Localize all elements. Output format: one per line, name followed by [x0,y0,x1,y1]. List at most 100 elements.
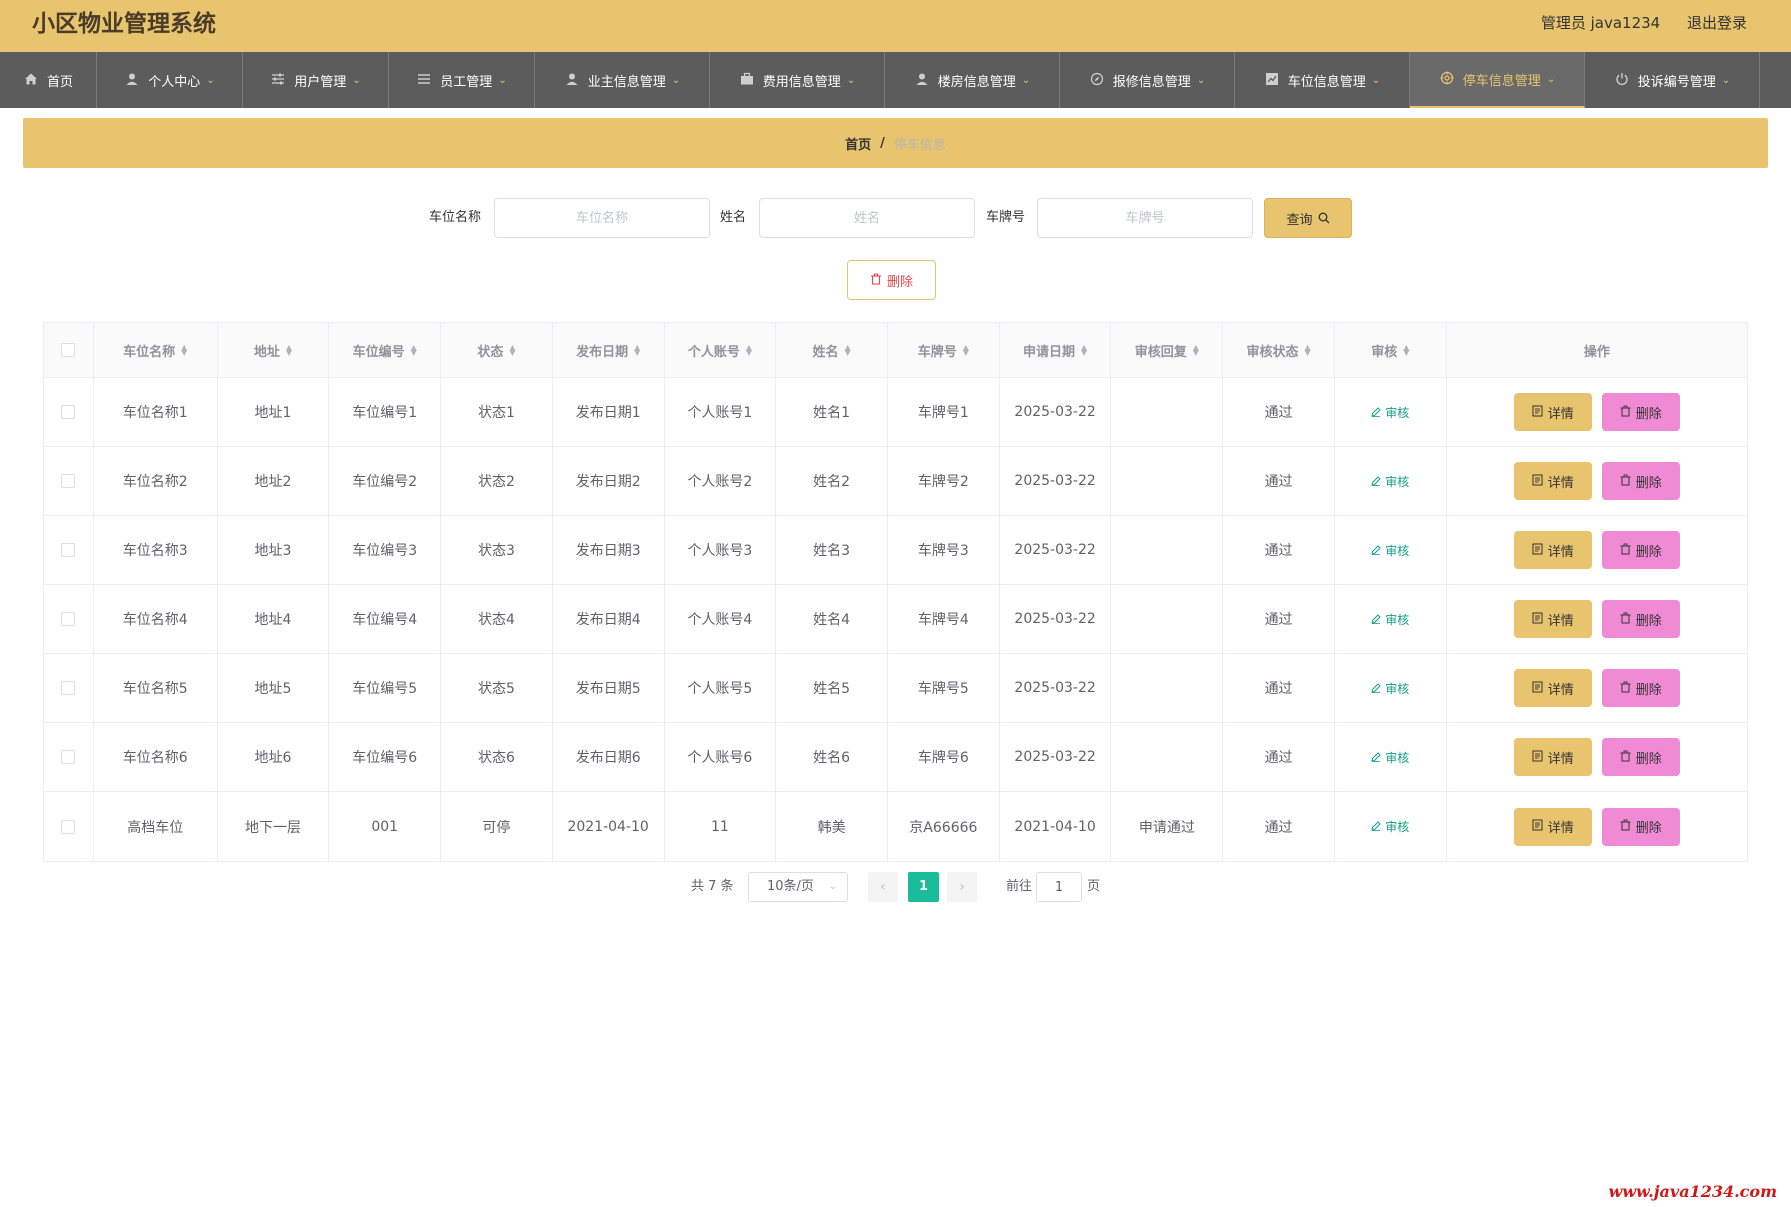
detail-button[interactable]: 详情 [1513,600,1592,638]
batch-delete-button[interactable]: 删除 [847,260,936,300]
table-header-row: 车位名称 ▲ ▼ 地址 ▲ ▼ 车位编号 ▲ ▼ 状态 ▲ ▼ 发布日期 ▲ ▼ 个人账号 ▲ ▼ 姓名 ▲ ▼ 车牌号 ▲… [44,323,1747,378]
column-header[interactable]: 状态 ▲ ▼ [441,323,553,377]
column-header[interactable]: 姓名 ▲ ▼ [776,323,888,377]
nav-item-6[interactable]: 楼房信息管理 ⌄ [885,52,1060,108]
trash-icon [1620,819,1631,834]
delete-button[interactable]: 删除 [1601,807,1680,846]
column-header[interactable]: 车位名称 ▲ ▼ [94,323,218,377]
audit-link[interactable]: 审核 [1371,542,1409,559]
detail-button[interactable]: 详情 [1513,531,1592,569]
delete-button[interactable]: 删除 [1601,393,1680,431]
document-icon [1532,750,1543,765]
breadcrumb-home[interactable]: 首页 [845,134,871,153]
sort-icon[interactable]: ▲ ▼ [746,344,752,357]
name-label: 姓名 [720,210,747,225]
sort-icon[interactable]: ▲ ▼ [411,344,417,357]
delete-button[interactable]: 删除 [1601,600,1680,638]
audit-link[interactable]: 审核 [1371,611,1409,628]
nav-item-1[interactable]: 个人中心 ⌄ [97,52,243,108]
space-name-input[interactable] [494,198,710,238]
detail-button[interactable]: 详情 [1513,393,1592,431]
next-page-button[interactable]: › [947,872,977,902]
trash-icon [1620,405,1631,420]
goto-page-input[interactable] [1036,872,1082,902]
page-number-current[interactable]: 1 [908,872,939,902]
detail-button[interactable]: 详情 [1513,462,1592,500]
sort-icon[interactable]: ▲ ▼ [963,344,969,357]
nav-item-label: 投诉编号管理 [1637,74,1716,90]
sort-icon[interactable]: ▲ ▼ [1193,344,1199,357]
delete-button[interactable]: 删除 [1601,738,1680,776]
logout-link[interactable]: 退出登录 [1687,14,1747,32]
batch-delete-label: 删除 [886,274,913,290]
row-checkbox[interactable] [61,750,76,764]
nav-item-0[interactable]: 首页 [0,52,97,108]
sort-icon[interactable]: ▲ ▼ [1305,344,1311,357]
column-header[interactable]: 地址 ▲ ▼ [218,323,330,377]
sort-icon[interactable]: ▲ ▼ [509,344,515,357]
sort-icon[interactable]: ▲ ▼ [1081,344,1087,357]
sort-icon[interactable]: ▲ ▼ [286,344,292,357]
row-checkbox[interactable] [61,681,76,695]
chevron-down-icon: ⌄ [1546,73,1556,85]
delete-button[interactable]: 删除 [1601,531,1680,569]
column-header[interactable]: 审核回复 ▲ ▼ [1111,323,1224,377]
column-header[interactable]: 发布日期 ▲ ▼ [553,323,665,377]
document-icon [1532,474,1543,489]
nav-item-label: 用户管理 [294,74,347,90]
query-button[interactable]: 查询 [1264,198,1352,238]
audit-link[interactable]: 审核 [1371,473,1409,490]
sort-icon[interactable]: ▲ ▼ [1403,344,1409,357]
table-cell: 车位名称4 [94,585,218,653]
audit-link[interactable]: 审核 [1371,404,1409,421]
query-button-label: 查询 [1286,212,1313,228]
detail-button[interactable]: 详情 [1513,738,1592,776]
row-checkbox[interactable] [61,612,76,626]
sort-icon[interactable]: ▲ ▼ [181,344,187,357]
sort-icon[interactable]: ▲ ▼ [634,344,640,357]
table-cell: 个人账号5 [665,654,777,722]
column-header[interactable]: 审核状态 ▲ ▼ [1223,323,1335,377]
app-title: 小区物业管理系统 [32,11,216,37]
detail-button[interactable]: 详情 [1513,669,1592,707]
target-icon [1439,71,1455,87]
page-size-select[interactable]: 10条/页 ⌄ [748,872,848,902]
row-checkbox[interactable] [61,405,76,419]
prev-page-button[interactable]: ‹ [868,872,898,902]
admin-label[interactable]: 管理员 java1234 [1541,14,1660,32]
nav-item-3[interactable]: 员工管理 ⌄ [389,52,535,108]
name-input[interactable] [759,198,975,238]
audit-link[interactable]: 审核 [1371,680,1409,697]
delete-button[interactable]: 删除 [1601,669,1680,707]
detail-button[interactable]: 详情 [1513,807,1592,846]
nav-item-label: 业主信息管理 [587,74,666,90]
row-checkbox[interactable] [61,543,76,557]
row-checkbox[interactable] [61,819,76,834]
chevron-down-icon: ⌄ [1196,74,1206,86]
audit-link[interactable]: 审核 [1371,818,1409,835]
detail-button-label: 详情 [1547,543,1574,559]
delete-button[interactable]: 删除 [1601,462,1680,500]
nav-item-9[interactable]: 停车信息管理 ⌄ [1410,52,1585,108]
column-header[interactable]: 车牌号 ▲ ▼ [888,323,1000,377]
top-header: 小区物业管理系统 管理员 java1234 退出登录 [0,0,1791,52]
nav-item-8[interactable]: 车位信息管理 ⌄ [1235,52,1410,108]
column-header[interactable]: 申请日期 ▲ ▼ [1000,323,1112,377]
select-all-checkbox[interactable] [61,343,76,357]
table-cell: 发布日期2 [553,447,665,515]
nav-item-7[interactable]: 报修信息管理 ⌄ [1060,52,1235,108]
column-header[interactable]: 审核 ▲ ▼ [1335,323,1447,377]
table-cell: 通过 [1223,378,1335,446]
nav-item-2[interactable]: 用户管理 ⌄ [243,52,389,108]
chevron-down-icon: ⌄ [846,74,856,86]
column-header[interactable]: 车位编号 ▲ ▼ [329,323,442,377]
audit-link[interactable]: 审核 [1371,749,1409,766]
nav-item-4[interactable]: 业主信息管理 ⌄ [535,52,710,108]
column-header[interactable]: 个人账号 ▲ ▼ [665,323,777,377]
table-row: 车位名称1 地址1 车位编号1 状态1 发布日期1 个人账号1 姓名1 车牌号1 2025-03… [44,378,1747,447]
plate-input[interactable] [1037,198,1253,238]
nav-item-5[interactable]: 费用信息管理 ⌄ [710,52,885,108]
nav-item-10[interactable]: 投诉编号管理 ⌄ [1585,52,1760,108]
row-checkbox[interactable] [61,474,76,488]
sort-icon[interactable]: ▲ ▼ [845,344,851,357]
